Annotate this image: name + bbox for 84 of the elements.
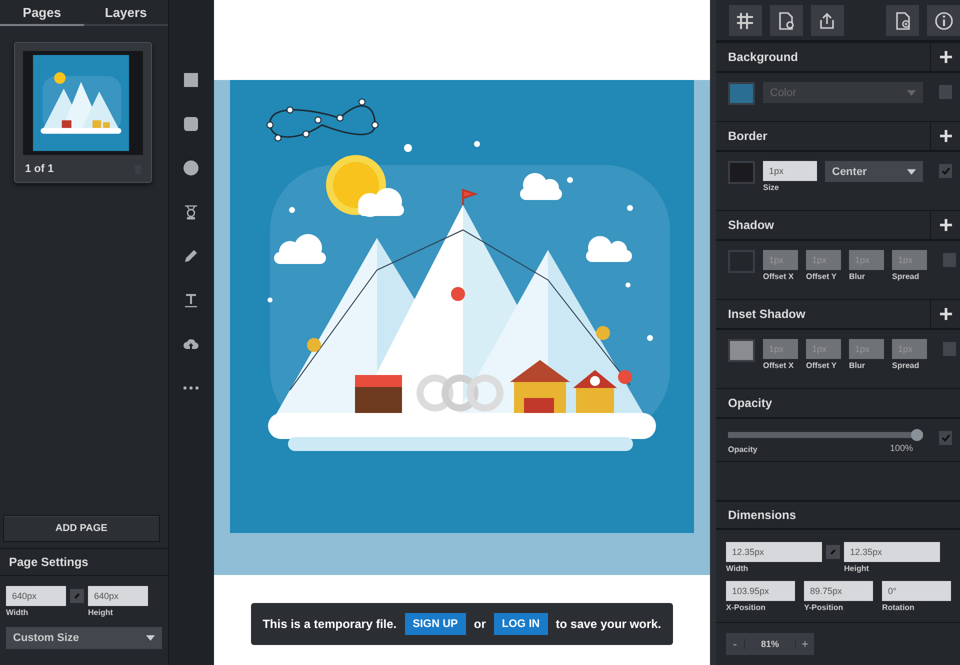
section-title: Opacity <box>727 396 774 410</box>
slider-thumb[interactable] <box>911 429 923 441</box>
page-thumbnail-card[interactable]: 1 of 1 <box>14 42 152 183</box>
field-label: Blur <box>849 272 866 281</box>
section-title: Shadow <box>727 218 776 232</box>
dimension-field[interactable]: 12.35px <box>844 542 940 562</box>
field-label: Height <box>88 608 114 617</box>
opacity-reading: 100% <box>890 443 913 454</box>
field-label: Width <box>6 608 30 617</box>
rectangle-tool-icon[interactable] <box>183 72 200 88</box>
caret-icon <box>146 635 155 641</box>
panel-tab[interactable]: Pages <box>0 0 84 26</box>
field-label: Rotation <box>882 603 916 612</box>
rounded-rectangle-tool-icon[interactable] <box>183 116 200 132</box>
page-size-field[interactable]: 640px <box>6 586 66 606</box>
value-field[interactable]: 1px <box>763 161 817 181</box>
panel-tab[interactable]: Layers <box>84 0 168 26</box>
text-tool-icon[interactable] <box>183 292 200 308</box>
dimension-field[interactable]: 12.35px <box>726 542 822 562</box>
page-number: 1 of 1 <box>25 163 54 175</box>
enable-checkbox[interactable] <box>939 431 952 445</box>
page-settings-button[interactable] <box>770 5 803 36</box>
checkmark-icon <box>940 166 950 176</box>
field-label: Offset Y <box>806 272 838 281</box>
banner-text: This is a temporary file. <box>262 617 397 631</box>
caret-icon <box>907 168 916 174</box>
position-field[interactable]: 0° <box>882 581 951 601</box>
add-page-button[interactable]: ADD PAGE <box>3 515 160 542</box>
size-preset-dropdown[interactable]: Custom Size <box>6 627 162 649</box>
section-title: Dimensions <box>727 508 798 522</box>
pencil-icon[interactable] <box>183 248 200 264</box>
position-field[interactable]: 89.75px <box>804 581 873 601</box>
plus-icon <box>940 308 952 320</box>
field-label: Size <box>763 183 780 192</box>
info-icon <box>934 10 954 30</box>
section-title: Page Settings <box>9 555 88 569</box>
zoom-out-button[interactable]: - <box>726 633 744 655</box>
cloud-upload-icon[interactable] <box>183 336 200 352</box>
enable-checkbox[interactable] <box>943 342 956 356</box>
log-in-button[interactable]: LOG IN <box>494 613 548 635</box>
share-button[interactable] <box>810 5 844 36</box>
field-label: Blur <box>849 361 866 370</box>
section-title: Background <box>727 50 800 64</box>
color-swatch[interactable] <box>728 82 755 105</box>
caret-icon <box>907 90 916 96</box>
banner-text: to save your work. <box>556 617 662 631</box>
plus-icon <box>940 51 952 63</box>
page-size-field[interactable]: 640px <box>88 586 148 606</box>
field-label: Y-Position <box>804 603 844 612</box>
field-label: X-Position <box>726 603 767 612</box>
enable-checkbox[interactable] <box>939 85 952 99</box>
field-label: Spread <box>892 361 920 370</box>
field-label: Width <box>726 564 750 573</box>
grid-button[interactable] <box>729 5 762 36</box>
position-field[interactable]: 103.95px <box>726 581 795 601</box>
sign-up-button[interactable]: SIGN UP <box>404 613 466 635</box>
enable-checkbox[interactable] <box>943 253 956 267</box>
field-label: Offset X <box>763 361 795 370</box>
field-label: Offset X <box>763 272 795 281</box>
info-button[interactable] <box>927 5 960 36</box>
field-label: Height <box>844 564 870 573</box>
plus-icon <box>940 219 952 231</box>
color-swatch[interactable] <box>728 161 755 184</box>
color-swatch[interactable] <box>728 250 755 273</box>
field-label: Opacity <box>728 445 758 454</box>
field-label: Spread <box>892 272 920 281</box>
field-label: Offset Y <box>806 361 838 370</box>
plus-icon <box>940 130 952 142</box>
border-align-dropdown[interactable]: Center <box>825 161 923 182</box>
grid-icon <box>735 10 756 30</box>
color-swatch[interactable] <box>728 339 755 362</box>
document-gear-icon <box>776 10 796 30</box>
checkmark-icon <box>940 433 950 443</box>
circle-tool-icon[interactable] <box>183 160 200 176</box>
new-document-button[interactable] <box>886 5 920 36</box>
clipart-tool-icon[interactable] <box>183 204 200 220</box>
opacity-slider[interactable] <box>728 429 923 441</box>
zoom-level: 81% <box>744 639 796 649</box>
section-title: Border <box>727 129 768 143</box>
enable-checkbox[interactable] <box>939 164 952 178</box>
banner-text: or <box>474 617 486 631</box>
section-title: Inset Shadow <box>727 307 806 321</box>
zoom-in-button[interactable]: + <box>796 633 814 655</box>
more-icon[interactable] <box>183 386 200 390</box>
